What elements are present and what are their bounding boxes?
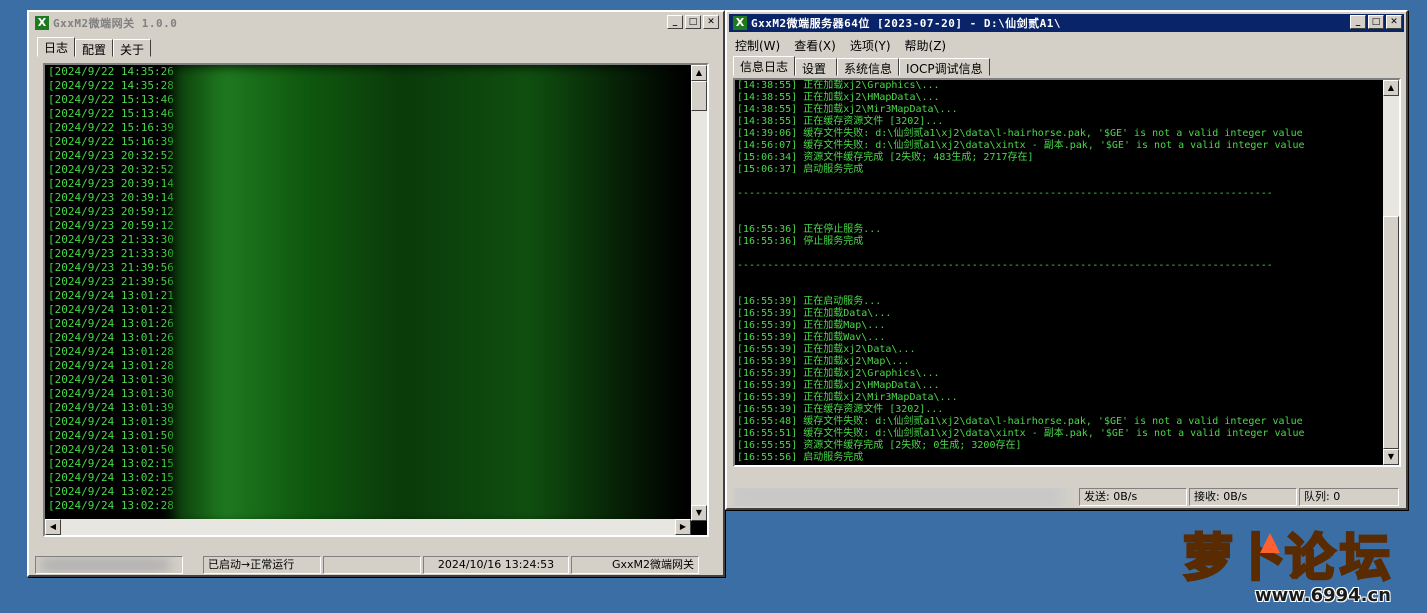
server-log-lines: [14:38:55] 正在加载xj2\Graphics\... [14:38:55… [735, 80, 1399, 464]
scroll-left-icon[interactable]: ◀ [45, 519, 61, 535]
svg-text:萝: 萝 [1183, 529, 1233, 587]
log-line: [16:55:39] 正在加载xj2\Data\... [737, 344, 916, 355]
log-line: [16:55:39] 正在加载xj2\Mir3MapData\... [737, 392, 958, 403]
tab-info-log[interactable]: 信息日志 [733, 56, 796, 76]
log-line: [16:55:39] 正在缓存资源文件 [3202]... [737, 404, 944, 415]
redacted-status [40, 559, 170, 571]
close-button[interactable]: ✕ [1386, 15, 1402, 29]
scroll-down-icon[interactable]: ▼ [691, 505, 707, 521]
log-line: [16:55:39] 正在加载Map\... [737, 320, 886, 331]
gateway-vscroll[interactable]: ▲ ▼ [691, 65, 707, 521]
log-line: [14:38:55] 正在加载xj2\Graphics\... [737, 80, 940, 91]
log-line: ----------------------------------------… [737, 188, 1273, 199]
server-window: X GxxM2微端服务器64位 [2023-07-20] - D:\仙剑贰A1\… [725, 10, 1408, 510]
status-appname: GxxM2微端网关 [571, 556, 699, 574]
forum-url: www.6994.cn [1255, 585, 1391, 606]
app-logo-icon: X [733, 16, 747, 30]
maximize-button[interactable]: □ [685, 15, 701, 29]
log-line: [16:55:56] 启动服务完成 [737, 452, 864, 463]
menu-help[interactable]: 帮助(Z) [905, 37, 947, 54]
scroll-down-icon[interactable]: ▼ [1383, 449, 1399, 465]
gateway-log-view[interactable]: [2024/9/22 14:35:26 [2024/9/22 14:35:28 [2… [43, 63, 709, 537]
log-line: [16:55:55] 资源文件缓存完成 [2失败; 0生成; 3200存在] [737, 440, 1022, 451]
log-line: [16:55:51] 缓存文件失败: d:\仙剑贰a1\xj2\data\xin… [737, 428, 1305, 439]
scroll-up-icon[interactable]: ▲ [1383, 80, 1399, 96]
log-line: [14:39:06] 缓存文件失败: d:\仙剑贰a1\xj2\data\l-h… [737, 128, 1303, 139]
log-line: ----------------------------------------… [737, 260, 1273, 271]
window-title: GxxM2微端服务器64位 [2023-07-20] - D:\仙剑贰A1\ [751, 17, 1062, 30]
log-line: [16:55:36] 正在停止服务... [737, 224, 882, 235]
gateway-hscroll[interactable]: ◀ ▶ [45, 519, 691, 535]
status-running: 已启动→正常运行 [203, 556, 321, 574]
redacted-status [733, 488, 1063, 506]
log-line: [15:06:34] 资源文件缓存完成 [2失败; 483生成; 2717存在] [737, 152, 1034, 163]
scroll-thumb[interactable] [691, 81, 707, 111]
server-titlebar[interactable]: X GxxM2微端服务器64位 [2023-07-20] - D:\仙剑贰A1\… [729, 14, 1404, 32]
minimize-button[interactable]: _ [1350, 15, 1366, 29]
server-log-view[interactable]: [14:38:55] 正在加载xj2\Graphics\... [14:38:55… [733, 78, 1401, 467]
status-send: 发送: 0B/s [1079, 488, 1187, 506]
gateway-titlebar[interactable]: X GxxM2微端网关 1.0.0 _ □ ✕ [31, 14, 721, 32]
scroll-right-icon[interactable]: ▶ [675, 519, 691, 535]
tab-log[interactable]: 日志 [37, 37, 76, 57]
svg-text:论: 论 [1285, 529, 1336, 587]
status-recv: 接收: 0B/s [1189, 488, 1297, 506]
redacted-region [173, 65, 683, 525]
log-line: [16:55:39] 正在加载Data\... [737, 308, 892, 319]
log-line: [14:38:55] 正在加载xj2\HMapData\... [737, 92, 940, 103]
svg-text:坛: 坛 [1340, 529, 1390, 587]
log-line: [16:55:39] 正在加载xj2\Graphics\... [737, 368, 940, 379]
log-line: [15:06:37] 启动服务完成 [737, 164, 864, 175]
tab-iocp-debug[interactable]: IOCP调试信息 [899, 58, 990, 76]
scroll-up-icon[interactable]: ▲ [691, 65, 707, 81]
gateway-tabs: 日志 配置 关于 [37, 37, 152, 57]
log-line: [14:56:07] 缓存文件失败: d:\仙剑贰a1\xj2\data\xin… [737, 140, 1305, 151]
server-tabs: 信息日志 设置 系统信息 IOCP调试信息 [733, 56, 990, 76]
scroll-thumb[interactable] [1383, 216, 1399, 449]
log-line: [16:55:36] 停止服务完成 [737, 236, 864, 247]
tab-about[interactable]: 关于 [113, 39, 152, 57]
tab-config[interactable]: 配置 [75, 39, 114, 57]
maximize-button[interactable]: □ [1368, 15, 1384, 29]
tab-system-info[interactable]: 系统信息 [837, 58, 900, 76]
log-line: [16:55:39] 正在启动服务... [737, 296, 882, 307]
forum-watermark: 萝 卜 论 坛 www.6994.cn [1175, 513, 1420, 613]
svg-text:卜: 卜 [1235, 529, 1285, 587]
status-cell-redacted [35, 556, 183, 574]
log-line: [14:38:55] 正在缓存资源文件 [3202]... [737, 116, 944, 127]
close-button[interactable]: ✕ [703, 15, 719, 29]
menu-bar: 控制(W) 查看(X) 选项(Y) 帮助(Z) [735, 37, 946, 54]
log-line: [16:55:48] 缓存文件失败: d:\仙剑贰a1\xj2\data\l-h… [737, 416, 1303, 427]
status-cell-redacted [733, 488, 1075, 506]
gateway-window: X GxxM2微端网关 1.0.0 _ □ ✕ 日志 配置 关于 [2024/9… [27, 10, 725, 577]
menu-control[interactable]: 控制(W) [735, 37, 780, 54]
server-vscroll[interactable]: ▲ ▼ [1383, 80, 1399, 465]
log-line: [16:55:39] 正在加载Wav\... [737, 332, 886, 343]
window-title: GxxM2微端网关 1.0.0 [53, 17, 178, 30]
status-datetime: 2024/10/16 13:24:53 [423, 556, 569, 574]
status-empty [323, 556, 421, 574]
menu-options[interactable]: 选项(Y) [850, 37, 891, 54]
tab-settings[interactable]: 设置 [795, 58, 838, 76]
log-line: [14:38:55] 正在加载xj2\Mir3MapData\... [737, 104, 958, 115]
log-line: [16:55:39] 正在加载xj2\HMapData\... [737, 380, 940, 391]
app-logo-icon: X [35, 16, 49, 30]
minimize-button[interactable]: _ [667, 15, 683, 29]
log-line: [16:55:39] 正在加载xj2\Map\... [737, 356, 910, 367]
menu-view[interactable]: 查看(X) [794, 37, 836, 54]
status-queue: 队列: 0 [1299, 488, 1399, 506]
